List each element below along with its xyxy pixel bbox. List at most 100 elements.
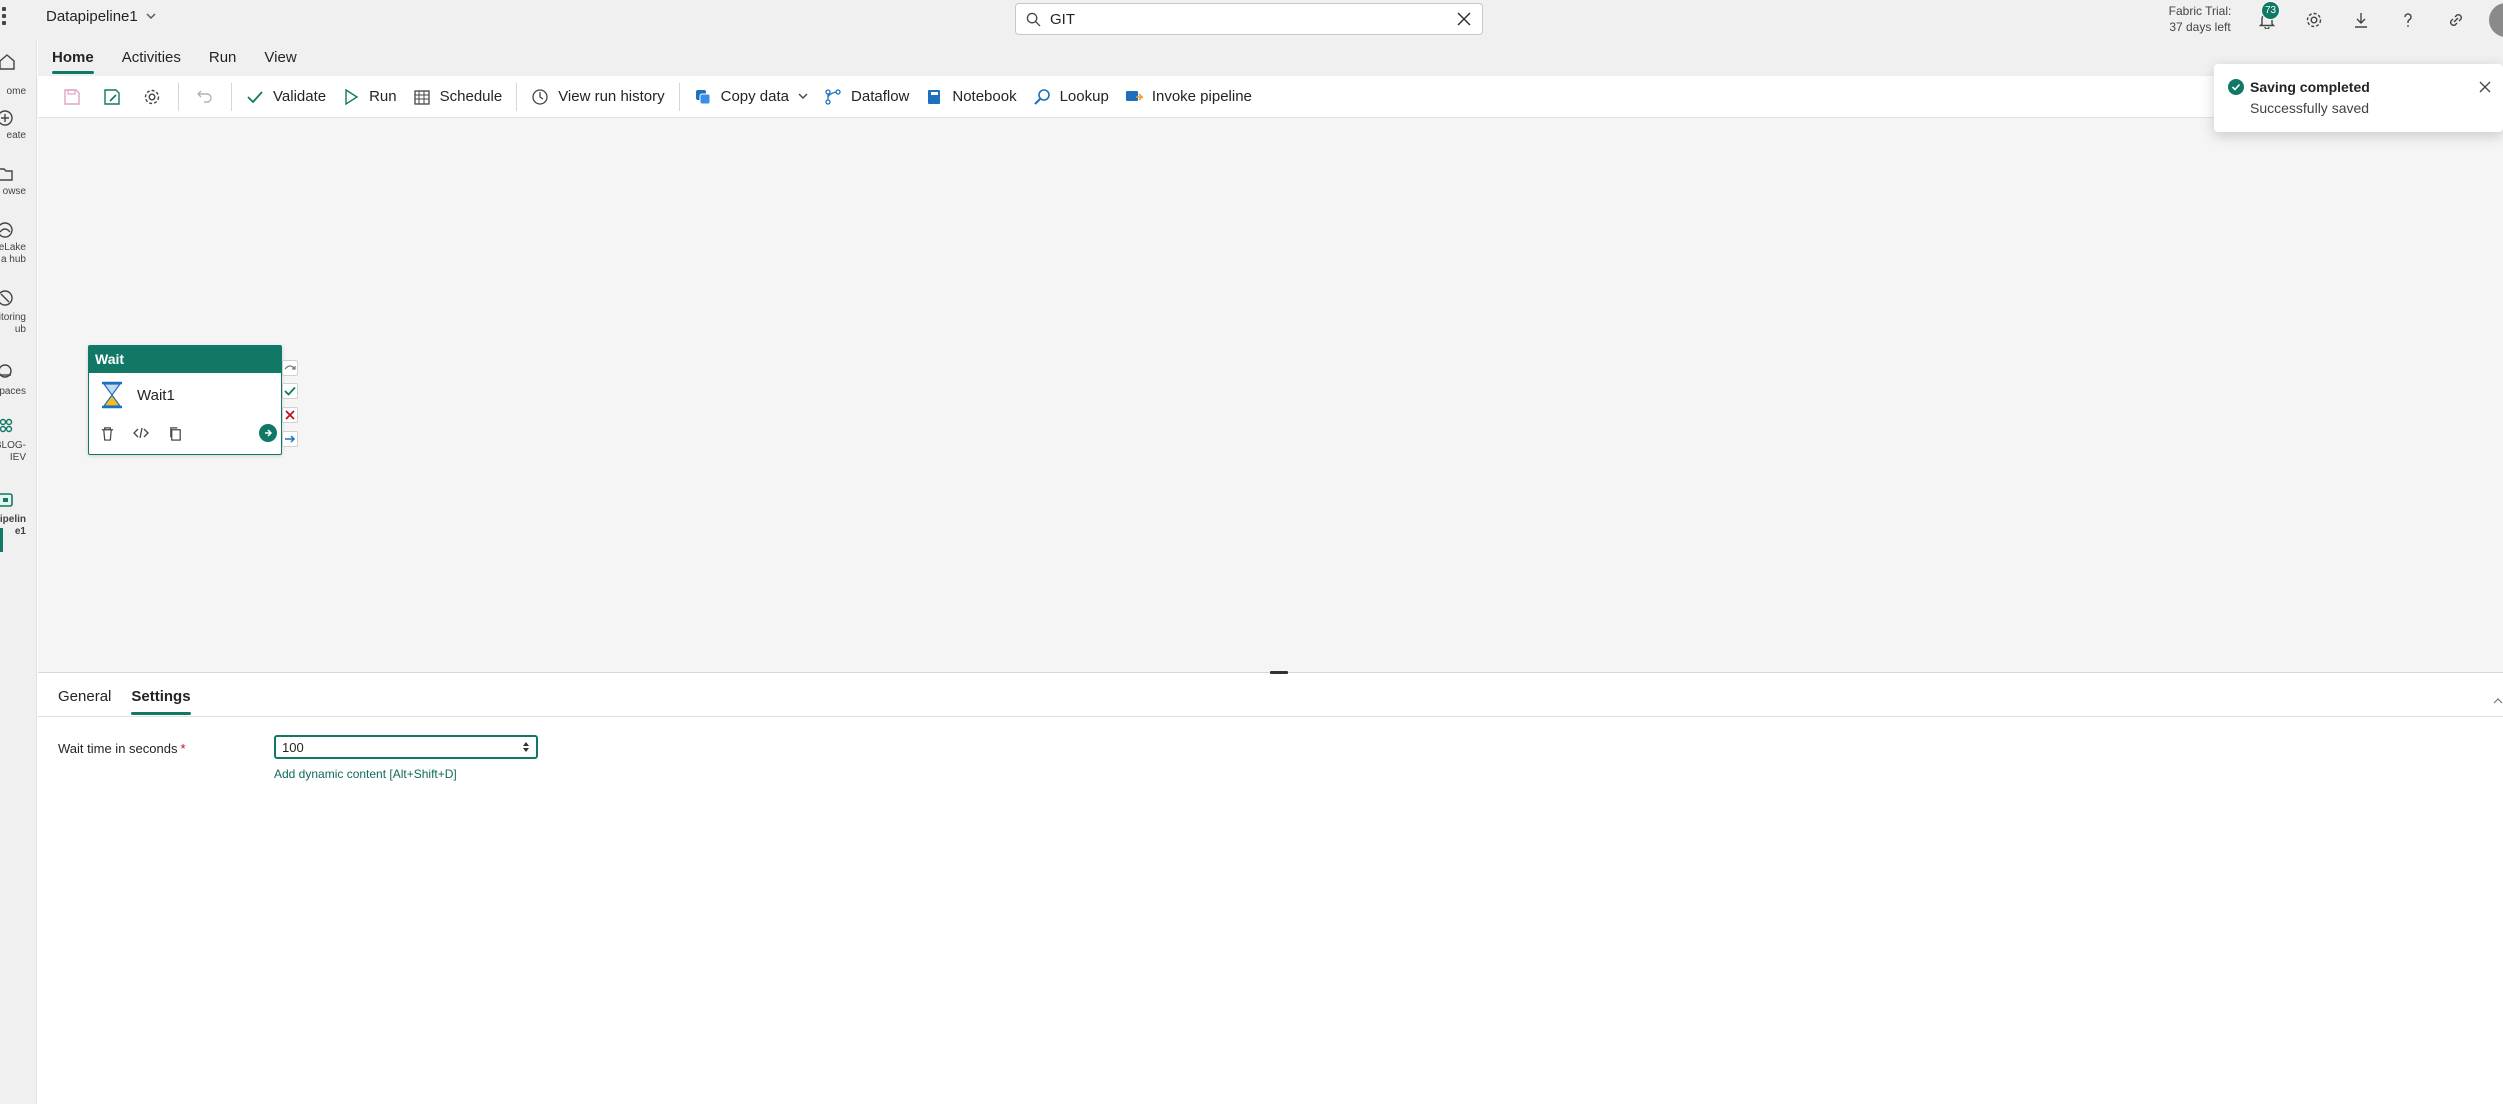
code-icon[interactable]: [131, 423, 151, 443]
pipeline-canvas[interactable]: Wait Wait1: [38, 118, 2503, 672]
undo-button[interactable]: [185, 79, 225, 115]
ribbon-toolbar: Validate Run Schedule View run history C…: [38, 76, 2503, 118]
copy-data-dropdown[interactable]: Copy data: [686, 79, 816, 115]
lookup-button[interactable]: Lookup: [1025, 79, 1117, 115]
notebook-button[interactable]: Notebook: [917, 79, 1024, 115]
notification-count-badge: 73: [2261, 1, 2280, 20]
item-title: Datapipeline1: [46, 8, 138, 25]
copy-data-icon: [695, 89, 711, 104]
left-navigation: ome eate owse eLake a hub itoring ub spa…: [0, 40, 37, 1104]
saving-toast: Saving completed Successfully saved: [2214, 64, 2503, 132]
close-icon[interactable]: [2476, 78, 2494, 96]
nav-item-browse[interactable]: owse: [0, 164, 36, 204]
hourglass-icon: [102, 381, 122, 409]
nav-label-workspace: BLOG- IEV: [0, 440, 26, 463]
question-icon: [2404, 13, 2412, 27]
invoke-pipeline-button[interactable]: Invoke pipeline: [1117, 79, 1260, 115]
nav-item-datapipeline1[interactable]: pipelin e1: [0, 490, 36, 550]
download-button[interactable]: [2346, 5, 2376, 35]
activity-name: Wait1: [137, 386, 175, 404]
properties-tabs: General Settings: [50, 685, 199, 715]
on-skip-connector-icon[interactable]: [282, 360, 298, 376]
top-header: Datapipeline1 GIT Fabric Trial: 37 days …: [0, 0, 2503, 40]
add-dynamic-content-link[interactable]: Add dynamic content [Alt+Shift+D]: [274, 767, 457, 781]
search-input[interactable]: GIT: [1050, 11, 1446, 28]
tab-general[interactable]: General: [50, 685, 119, 715]
save-button[interactable]: [52, 79, 92, 115]
share-button[interactable]: [2441, 5, 2471, 35]
invoke-pipeline-label: Invoke pipeline: [1151, 88, 1252, 105]
copy-icon[interactable]: [165, 423, 185, 443]
lookup-label: Lookup: [1059, 88, 1109, 105]
settings-button[interactable]: [2299, 5, 2329, 35]
download-icon: [2355, 13, 2367, 28]
item-title-dropdown[interactable]: Datapipeline1: [46, 8, 156, 25]
calendar-icon: [413, 89, 430, 105]
nav-item-monitoring-hub[interactable]: itoring ub: [0, 288, 36, 340]
clear-search-icon[interactable]: [1446, 4, 1482, 34]
workspace-icon: [0, 418, 13, 433]
nav-item-workspaces[interactable]: spaces: [0, 362, 36, 402]
notebook-icon: [928, 89, 941, 104]
gear-icon: [144, 89, 160, 104]
run-button[interactable]: Run: [334, 79, 405, 115]
avatar[interactable]: [2489, 3, 2503, 37]
ribbon-divider: [178, 82, 179, 111]
on-completion-connector-icon[interactable]: [282, 431, 298, 447]
collapse-panel-icon[interactable]: [2493, 691, 2503, 704]
validate-button[interactable]: Validate: [238, 79, 334, 115]
monitor-icon: [0, 290, 13, 306]
view-run-history-button[interactable]: View run history: [523, 79, 672, 115]
tab-home[interactable]: Home: [38, 40, 108, 76]
search-box[interactable]: GIT: [1015, 3, 1483, 35]
wait-time-input[interactable]: [276, 739, 516, 755]
gear-icon: [2306, 12, 2322, 28]
validate-label: Validate: [273, 88, 327, 105]
spin-buttons-icon[interactable]: [516, 737, 536, 757]
tab-settings[interactable]: Settings: [123, 685, 198, 715]
dataflow-label: Dataflow: [851, 88, 910, 105]
pipeline-icon: [0, 493, 13, 507]
dataflow-button[interactable]: Dataflow: [816, 79, 917, 115]
nav-item-create[interactable]: eate: [0, 108, 36, 148]
save-as-button[interactable]: [92, 79, 132, 115]
schedule-label: Schedule: [439, 88, 503, 105]
share-link-icon: [2450, 14, 2462, 26]
nav-item-workspace-blog-dev[interactable]: BLOG- IEV: [0, 416, 36, 468]
view-run-history-label: View run history: [558, 88, 665, 105]
nav-label-create: eate: [6, 130, 26, 141]
onelake-hub-icon: [0, 222, 13, 238]
plus-circle-icon: [0, 110, 13, 126]
nav-item-onelake-data-hub[interactable]: eLake a hub: [0, 220, 36, 272]
lookup-icon: [1033, 88, 1050, 105]
search-icon: [1016, 12, 1050, 27]
schedule-button[interactable]: Schedule: [405, 79, 511, 115]
tab-run[interactable]: Run: [195, 40, 251, 76]
tab-view[interactable]: View: [250, 40, 310, 76]
ribbon-divider: [678, 82, 680, 111]
arrow-right-circle-icon[interactable]: [259, 424, 277, 442]
invoke-pipeline-icon: [1125, 90, 1143, 101]
delete-icon[interactable]: [97, 423, 117, 443]
toast-title: Saving completed: [2250, 79, 2370, 95]
home-icon: [0, 54, 15, 70]
on-success-connector-icon[interactable]: [282, 383, 298, 399]
help-button[interactable]: [2393, 5, 2423, 35]
app-launcher-icon[interactable]: [2, 7, 16, 31]
tab-activities[interactable]: Activities: [108, 40, 195, 76]
nav-label-browse: owse: [2, 186, 26, 197]
nav-item-home[interactable]: ome: [0, 52, 36, 97]
properties-panel: General Settings Wait time in seconds* A…: [38, 671, 2503, 1104]
wait-time-stepper[interactable]: [274, 735, 538, 759]
ribbon-divider: [516, 82, 518, 111]
workspaces-icon: [0, 364, 12, 378]
wait-time-label: Wait time in seconds *: [58, 741, 186, 756]
nav-label-workspaces: spaces: [0, 386, 26, 397]
activity-type-label: Wait: [89, 346, 281, 373]
activity-node-wait[interactable]: Wait Wait1: [88, 345, 282, 455]
on-failure-connector-icon[interactable]: [282, 407, 298, 423]
trial-label: Fabric Trial:: [2168, 4, 2232, 18]
pipeline-settings-button[interactable]: [132, 79, 172, 115]
trial-status[interactable]: Fabric Trial: 37 days left: [2160, 3, 2240, 35]
panel-resize-handle[interactable]: [1270, 671, 1288, 674]
